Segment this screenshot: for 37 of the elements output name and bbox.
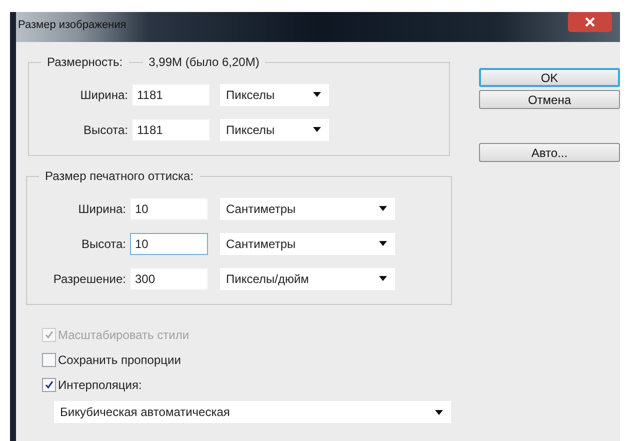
caret-icon (313, 92, 321, 97)
field-label: Высота: (80, 236, 127, 250)
dialog-button[interactable]: Авто... (479, 143, 620, 162)
field-label: Ширина: (77, 202, 127, 216)
caret-icon (313, 127, 321, 132)
checkmark-icon (44, 380, 54, 390)
dialog-button[interactable]: OK (479, 68, 620, 87)
checkbox-label: Сохранить пропорции (58, 353, 181, 367)
caret-icon (379, 206, 387, 211)
input-field[interactable]: 300 (130, 268, 208, 290)
field-label: Ширина: (79, 88, 129, 102)
interpolation-dropdown[interactable]: Бикубическая автоматическая (54, 401, 451, 423)
checkbox[interactable] (42, 353, 56, 367)
input-field[interactable]: 10 (130, 198, 208, 220)
field-label: Разрешение: (52, 272, 127, 286)
close-button[interactable] (568, 12, 612, 32)
caret-icon (379, 276, 387, 281)
group-label: Размер печатного оттиска: (39, 169, 200, 183)
group-label: Размерность: (41, 55, 129, 69)
unit-dropdown[interactable]: Пикселы (220, 118, 329, 140)
caret-icon (379, 241, 387, 246)
unit-dropdown[interactable]: Пикселы/дюйм (220, 268, 395, 290)
pixel-dimensions-value: 3,99М (было 6,20М) (142, 55, 266, 69)
window-title: Размер изображения (18, 19, 126, 31)
input-field[interactable]: 1181 (132, 84, 210, 106)
field-label: Высота: (82, 122, 129, 136)
checkbox[interactable] (42, 378, 56, 392)
dialog-button[interactable]: Отмена (479, 90, 620, 109)
unit-dropdown[interactable]: Сантиметры (220, 198, 395, 220)
unit-dropdown[interactable]: Пикселы (220, 84, 329, 106)
checkbox-label: Масштабировать стили (58, 328, 190, 342)
input-field[interactable]: 1181 (132, 118, 210, 140)
unit-dropdown[interactable]: Сантиметры (220, 232, 395, 254)
checkbox-label: Интерполяция: (58, 378, 142, 392)
input-field[interactable]: 10 (130, 232, 208, 254)
caret-icon (435, 410, 443, 414)
checkmark-icon (44, 330, 54, 340)
